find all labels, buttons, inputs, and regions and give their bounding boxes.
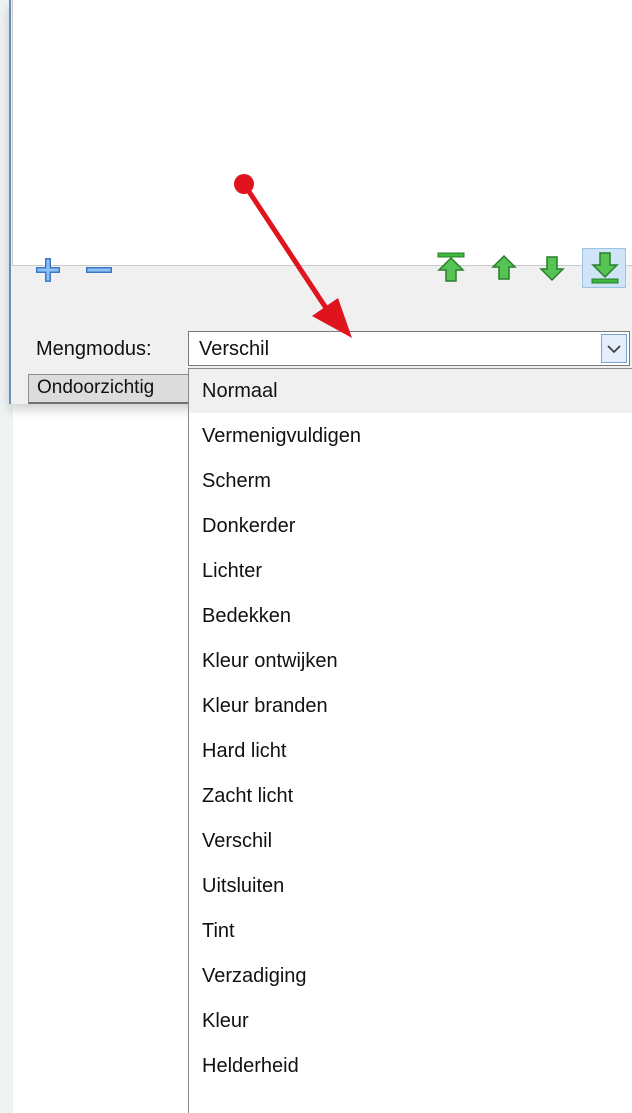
option-kleur[interactable]: Kleur [189, 999, 632, 1043]
layer-list[interactable] [12, 0, 632, 266]
option-uitsluiten[interactable]: Uitsluiten [189, 864, 632, 908]
chevron-down-icon [607, 345, 621, 354]
option-bedekken[interactable]: Bedekken [189, 594, 632, 638]
move-to-bottom-button[interactable] [582, 248, 626, 288]
option-verschil[interactable]: Verschil [189, 819, 632, 863]
blend-mode-value: Verschil [199, 338, 270, 360]
option-vermenigvuldigen[interactable]: Vermenigvuldigen [189, 414, 632, 458]
blend-mode-label: Mengmodus: [36, 338, 152, 360]
opacity-button[interactable]: Ondoorzichtig [28, 374, 198, 404]
option-kleur-branden[interactable]: Kleur branden [189, 684, 632, 728]
option-kleur-ontwijken[interactable]: Kleur ontwijken [189, 639, 632, 683]
option-hard-licht[interactable]: Hard licht [189, 729, 632, 773]
move-down-icon[interactable] [538, 254, 566, 282]
option-tint[interactable]: Tint [189, 909, 632, 953]
move-to-bottom-icon [591, 252, 619, 284]
plus-icon[interactable] [34, 256, 62, 284]
blend-mode-select[interactable]: Verschil [188, 331, 630, 366]
minus-icon[interactable] [84, 256, 114, 284]
option-verzadiging[interactable]: Verzadiging [189, 954, 632, 998]
blend-mode-dropdown: Normaal Vermenigvuldigen Scherm Donkerde… [188, 368, 632, 1113]
move-to-top-icon[interactable] [434, 250, 468, 284]
option-lichter[interactable]: Lichter [189, 549, 632, 593]
option-helderheid[interactable]: Helderheid [189, 1044, 632, 1088]
option-zacht-licht[interactable]: Zacht licht [189, 774, 632, 818]
option-donkerder[interactable]: Donkerder [189, 504, 632, 548]
option-normaal[interactable]: Normaal [189, 369, 632, 413]
dropdown-button[interactable] [601, 334, 627, 363]
option-scherm[interactable]: Scherm [189, 459, 632, 503]
move-up-icon[interactable] [490, 254, 518, 282]
